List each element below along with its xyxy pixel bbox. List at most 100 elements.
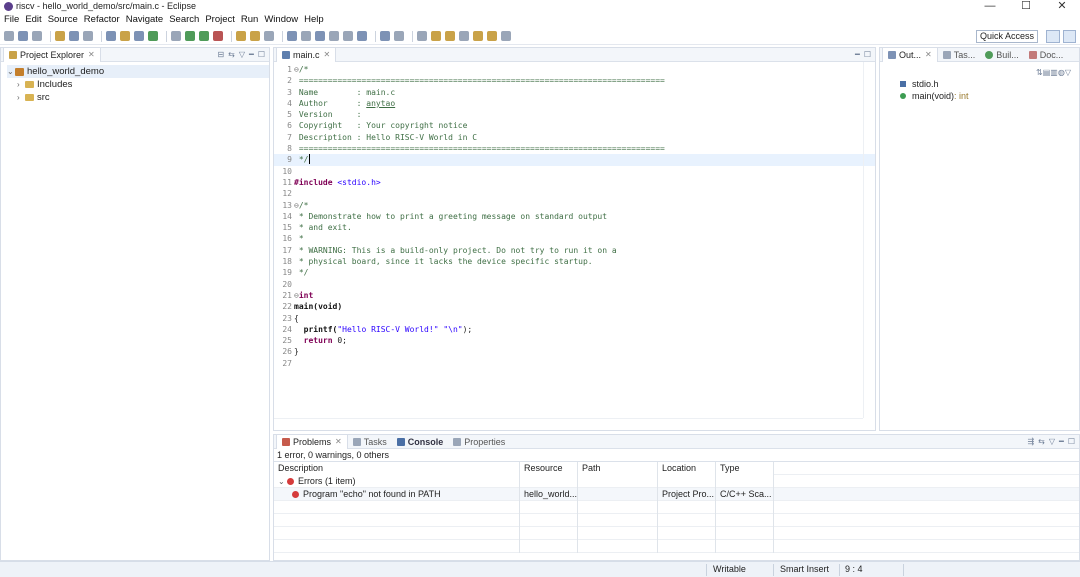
menu-refactor[interactable]: Refactor [84, 14, 120, 25]
tree-item-src[interactable]: › src [7, 91, 269, 104]
tab-properties[interactable]: Properties [448, 435, 510, 449]
terminal-icon[interactable] [357, 31, 367, 41]
view-menu-icon[interactable]: ▽ [1049, 437, 1055, 446]
build-icon[interactable] [55, 31, 65, 41]
minimize-view-icon[interactable]: ━ [855, 50, 860, 59]
hide-static-icon[interactable]: ▥ [1050, 68, 1058, 77]
menu-run[interactable]: Run [241, 14, 258, 25]
collapsed-arrow-icon[interactable]: › [17, 93, 25, 102]
coverage-icon[interactable] [213, 31, 223, 41]
tree-item-project[interactable]: ⌄ hello_world_demo [7, 65, 269, 78]
external-tools-icon[interactable] [199, 31, 209, 41]
link-icon[interactable] [315, 31, 325, 41]
open-type-icon[interactable] [236, 31, 246, 41]
new-class-icon[interactable] [106, 31, 116, 41]
last-edit-icon[interactable] [501, 31, 511, 41]
new-icon[interactable] [4, 31, 14, 41]
outline-item-main[interactable]: main(void) : int [886, 90, 1079, 102]
open-folder-icon[interactable] [250, 31, 260, 41]
close-tab-icon[interactable]: ✕ [324, 50, 331, 59]
clean-icon[interactable] [83, 31, 93, 41]
editor-horizontal-scrollbar[interactable] [274, 418, 863, 430]
maximize-button[interactable]: ☐ [1008, 0, 1044, 12]
build-config-icon[interactable] [69, 31, 79, 41]
tab-project-explorer[interactable]: Project Explorer ✕ [3, 47, 101, 62]
next-annotation-icon[interactable] [445, 31, 455, 41]
table-row-group[interactable]: ⌄ Errors (1 item) [274, 474, 1079, 488]
new-file-icon[interactable] [134, 31, 144, 41]
link-editor-icon[interactable]: ⇆ [228, 50, 235, 59]
new-folder-icon[interactable] [120, 31, 130, 41]
collapsed-arrow-icon[interactable]: › [17, 80, 25, 89]
open-perspective-icon[interactable] [1046, 30, 1060, 43]
quick-access-field[interactable]: Quick Access [975, 30, 1038, 43]
paragraph-icon[interactable] [343, 31, 353, 41]
view-menu-icon[interactable]: ▽ [239, 50, 245, 59]
mark-occurrences-icon[interactable] [287, 31, 297, 41]
tab-main-c[interactable]: main.c ✕ [276, 47, 337, 62]
prev-annotation-icon[interactable] [459, 31, 469, 41]
menu-help[interactable]: Help [304, 14, 324, 25]
menu-project[interactable]: Project [205, 14, 235, 25]
c-cpp-perspective-icon[interactable] [1062, 30, 1076, 43]
tab-outline[interactable]: Out... ✕ [882, 47, 938, 62]
minimize-view-icon[interactable]: ━ [1059, 437, 1064, 446]
focus-icon[interactable]: ⇆ [1038, 437, 1045, 446]
pin-icon[interactable] [417, 31, 427, 41]
close-button[interactable]: ✕ [1044, 0, 1080, 12]
table-cell [578, 474, 658, 488]
outline-item-include[interactable]: stdio.h [886, 78, 1079, 90]
hide-fields-icon[interactable]: ▤ [1043, 68, 1051, 77]
tab-tasks[interactable]: Tasks [348, 435, 392, 449]
close-tab-icon[interactable]: ✕ [88, 50, 95, 59]
menu-source[interactable]: Source [48, 14, 78, 25]
collapse-all-icon[interactable]: ⊟ [217, 50, 224, 59]
tab-build-targets[interactable]: Buil... [980, 48, 1024, 62]
tab-console[interactable]: Console [392, 435, 449, 449]
expand-arrow-icon[interactable]: ⌄ [278, 477, 287, 486]
view-menu-icon[interactable]: ▽ [1065, 68, 1071, 77]
close-tab-icon[interactable]: ✕ [925, 50, 932, 59]
tab-documentation[interactable]: Doc... [1024, 48, 1069, 62]
maximize-view-icon[interactable]: ☐ [258, 50, 265, 59]
maximize-view-icon[interactable]: ☐ [864, 50, 871, 59]
editor-vertical-scrollbar[interactable] [863, 62, 875, 418]
close-tab-icon[interactable]: ✕ [335, 437, 342, 446]
minimize-view-icon[interactable]: ━ [249, 50, 254, 59]
menu-edit[interactable]: Edit [25, 14, 41, 25]
minimize-button[interactable]: — [972, 0, 1008, 12]
forward-icon[interactable] [487, 31, 497, 41]
maximize-view-icon[interactable]: ☐ [1068, 437, 1075, 446]
error-group[interactable]: ⌄ Errors (1 item) [274, 474, 520, 488]
debug-icon[interactable] [171, 31, 181, 41]
table-row[interactable]: Program "echo" not found in PATH hello_w… [274, 487, 1079, 501]
search-icon[interactable] [301, 31, 311, 41]
menu-file[interactable]: File [4, 14, 19, 25]
save-icon[interactable] [18, 31, 28, 41]
menu-search[interactable]: Search [169, 14, 199, 25]
format-icon[interactable] [329, 31, 339, 41]
annotation-icon[interactable] [431, 31, 441, 41]
tab-tasks[interactable]: Tas... [938, 48, 981, 62]
menu-window[interactable]: Window [264, 14, 298, 25]
column-type[interactable]: Type [716, 461, 774, 475]
expand-arrow-icon[interactable]: ⌄ [7, 67, 15, 76]
code-area[interactable]: 1 ⊖/* 2 =================================… [274, 62, 875, 369]
tree-item-includes[interactable]: › Includes [7, 78, 269, 91]
launch-config-icon[interactable] [380, 31, 390, 41]
refresh-icon[interactable] [148, 31, 158, 41]
edit-icon[interactable] [264, 31, 274, 41]
column-resource[interactable]: Resource [520, 461, 578, 475]
menu-navigate[interactable]: Navigate [126, 14, 164, 25]
filter-icon[interactable]: ⇶ [1027, 437, 1034, 446]
column-path[interactable]: Path [578, 461, 658, 475]
hide-nonpublic-icon[interactable]: ◍ [1058, 68, 1065, 77]
tab-problems[interactable]: Problems ✕ [276, 434, 348, 449]
back-icon[interactable] [473, 31, 483, 41]
save-all-icon[interactable] [32, 31, 42, 41]
sort-icon[interactable]: ⇅ [1036, 68, 1043, 77]
skip-breakpoints-icon[interactable] [394, 31, 404, 41]
column-description[interactable]: Description [274, 461, 520, 475]
run-icon[interactable] [185, 31, 195, 41]
column-location[interactable]: Location [658, 461, 716, 475]
